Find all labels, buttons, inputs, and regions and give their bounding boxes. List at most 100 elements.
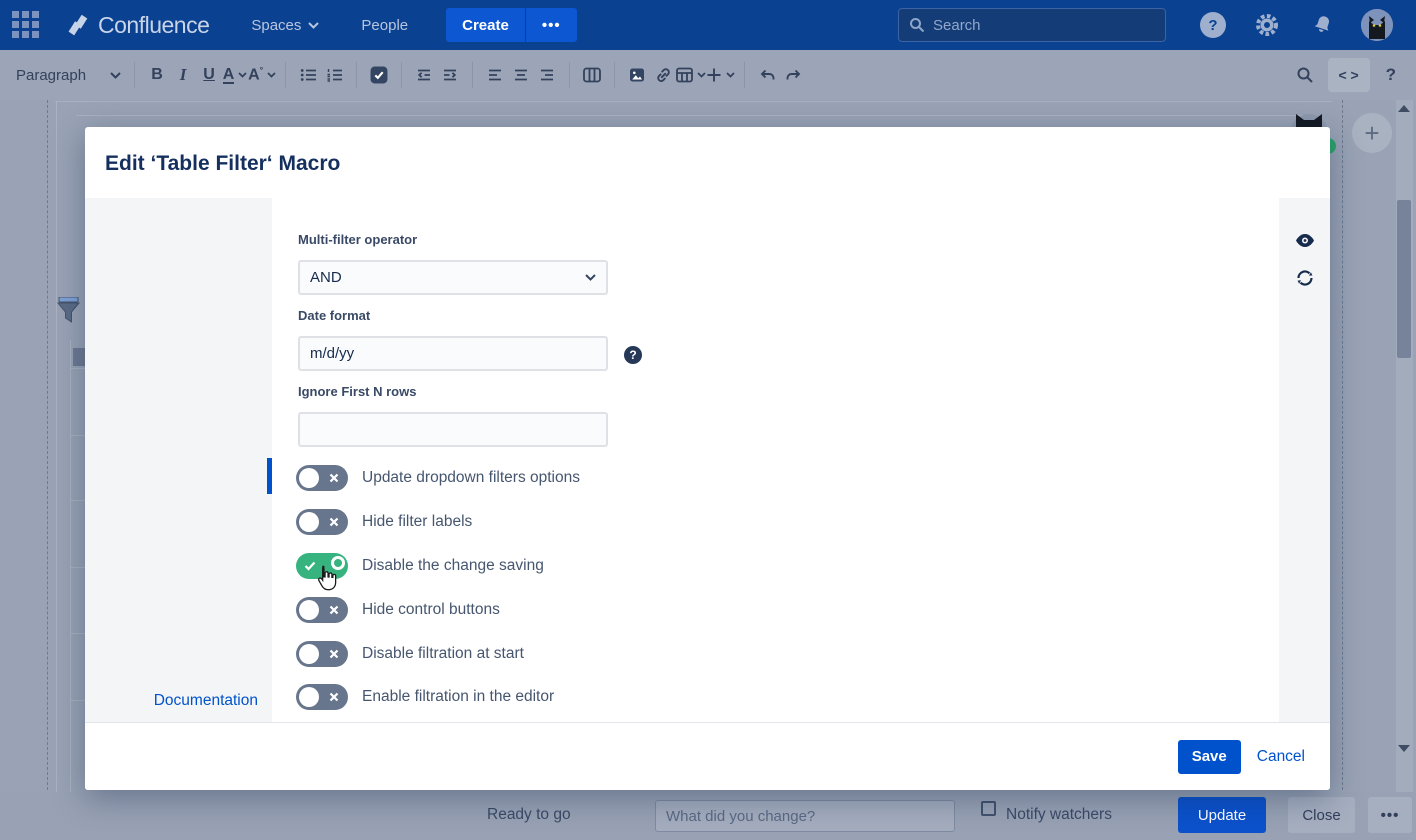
redo-button[interactable]: [780, 58, 806, 92]
toggle-row-disable-change-saving: Disable the change saving: [296, 553, 544, 579]
dialog-footer: Save Cancel: [85, 722, 1330, 790]
cat-ears-icon: [1296, 114, 1322, 127]
outdent-button[interactable]: [411, 58, 437, 92]
toggle-disable-change-saving[interactable]: [296, 553, 348, 579]
notify-watchers-checkbox[interactable]: [981, 801, 996, 816]
date-format-input[interactable]: [298, 336, 608, 371]
search-input[interactable]: [933, 16, 1143, 34]
user-avatar[interactable]: [1361, 9, 1393, 41]
version-comment-input[interactable]: [655, 800, 955, 832]
table-row-line: [70, 368, 85, 369]
bullet-list-button[interactable]: [295, 58, 321, 92]
content-guide-line: [1342, 100, 1343, 790]
more-text-styles-dropdown[interactable]: A°: [248, 58, 276, 92]
date-format-help-icon[interactable]: ?: [624, 346, 642, 364]
chevron-down-icon: [238, 72, 247, 78]
task-list-button[interactable]: [366, 58, 392, 92]
page-scrollbar[interactable]: [1396, 100, 1413, 792]
macro-panel-border: [55, 101, 1332, 102]
text-color-dropdown[interactable]: A: [222, 58, 248, 92]
table-border: [70, 340, 71, 792]
dialog-right-rail: [1279, 198, 1330, 722]
add-content-fab[interactable]: +: [1352, 113, 1392, 153]
settings-gear-icon[interactable]: [1255, 13, 1279, 37]
create-more-button[interactable]: •••: [525, 8, 577, 42]
align-right-button[interactable]: [534, 58, 560, 92]
insert-more-dropdown[interactable]: [706, 58, 735, 92]
toolbar-separator: [356, 62, 358, 88]
insert-link-button[interactable]: [650, 58, 676, 92]
align-left-icon: [489, 69, 502, 81]
toolbar-right-group: < > ?: [1292, 50, 1402, 100]
task-checkbox-icon: [370, 66, 388, 84]
page-layout-button[interactable]: [579, 58, 605, 92]
cat-avatar-icon: [1361, 9, 1393, 41]
toggle-off-x-icon: [329, 649, 339, 659]
insert-image-button[interactable]: [624, 58, 650, 92]
outdent-icon: [418, 69, 431, 81]
align-left-button[interactable]: [482, 58, 508, 92]
more-options-button[interactable]: •••: [1368, 797, 1412, 833]
cancel-link[interactable]: Cancel: [1257, 748, 1305, 766]
field-label-ignore-first-n-rows: Ignore First N rows: [298, 384, 417, 399]
align-center-button[interactable]: [508, 58, 534, 92]
undo-button[interactable]: [754, 58, 780, 92]
table-row-line: [70, 633, 85, 634]
toggle-update-dropdown-filters[interactable]: [296, 465, 348, 491]
italic-button[interactable]: I: [170, 58, 196, 92]
bold-button[interactable]: B: [144, 58, 170, 92]
field-label-multi-filter-operator: Multi-filter operator: [298, 232, 418, 247]
indent-button[interactable]: [437, 58, 463, 92]
insert-table-dropdown[interactable]: [676, 58, 706, 92]
source-code-button[interactable]: < >: [1327, 58, 1370, 92]
scrollbar-down-arrow[interactable]: [1398, 745, 1410, 752]
toolbar-separator: [401, 62, 403, 88]
chevron-down-icon: [585, 274, 596, 281]
scrollbar-thumb[interactable]: [1397, 200, 1411, 358]
confluence-logo-text[interactable]: Confluence: [98, 12, 210, 39]
align-center-icon: [515, 69, 528, 81]
scrollbar-up-arrow[interactable]: [1398, 105, 1410, 112]
nav-spaces[interactable]: Spaces: [251, 17, 320, 34]
editor-status-bar: Ready to go Notify watchers Update Close…: [0, 792, 1416, 840]
multi-filter-operator-select[interactable]: AND: [298, 260, 608, 295]
table-row-line: [70, 700, 85, 701]
toggle-disable-filtration-at-start[interactable]: [296, 641, 348, 667]
toggle-on-check-icon: [304, 561, 316, 571]
dialog-sidebar: [85, 198, 272, 722]
link-icon: [657, 67, 670, 82]
paragraph-style-dropdown[interactable]: Paragraph: [16, 67, 121, 84]
table-icon: [676, 67, 694, 83]
toggle-hide-control-buttons[interactable]: [296, 597, 348, 623]
nav-people[interactable]: People: [361, 17, 408, 34]
save-status-text: Ready to go: [487, 806, 571, 823]
help-button[interactable]: ?: [1200, 12, 1226, 38]
toolbar-separator: [569, 62, 571, 88]
toggle-hide-filter-labels[interactable]: [296, 509, 348, 535]
toggle-row-update-dropdown-filters: Update dropdown filters options: [296, 465, 580, 491]
table-row-line: [70, 500, 85, 501]
ignore-first-n-rows-input[interactable]: [298, 412, 608, 447]
update-button[interactable]: Update: [1178, 797, 1266, 833]
underline-button[interactable]: U: [196, 58, 222, 92]
editor-help-button[interactable]: ?: [1380, 65, 1402, 85]
refresh-icon[interactable]: [1295, 268, 1315, 288]
chevron-down-icon: [267, 72, 276, 78]
numbered-list-button[interactable]: [321, 58, 347, 92]
app-switcher-icon[interactable]: [12, 11, 40, 39]
numbered-list-icon: [327, 69, 342, 82]
top-nav: Confluence Spaces People Create ••• ?: [0, 0, 1416, 50]
notifications-bell-icon[interactable]: [1310, 13, 1335, 38]
preview-eye-icon[interactable]: [1295, 232, 1315, 249]
create-button[interactable]: Create: [446, 8, 525, 42]
find-replace-button[interactable]: [1292, 58, 1318, 92]
toggle-off-x-icon: [329, 473, 339, 483]
chevron-down-icon: [697, 72, 706, 78]
search-icon: [1297, 67, 1313, 83]
documentation-link[interactable]: Documentation: [85, 692, 272, 710]
toggle-row-enable-filtration-in-editor: Enable filtration in the editor: [296, 684, 554, 710]
save-button[interactable]: Save: [1177, 739, 1241, 774]
close-button[interactable]: Close: [1288, 797, 1355, 833]
toggle-enable-filtration-in-editor[interactable]: [296, 684, 348, 710]
create-button-group: Create •••: [446, 8, 577, 42]
